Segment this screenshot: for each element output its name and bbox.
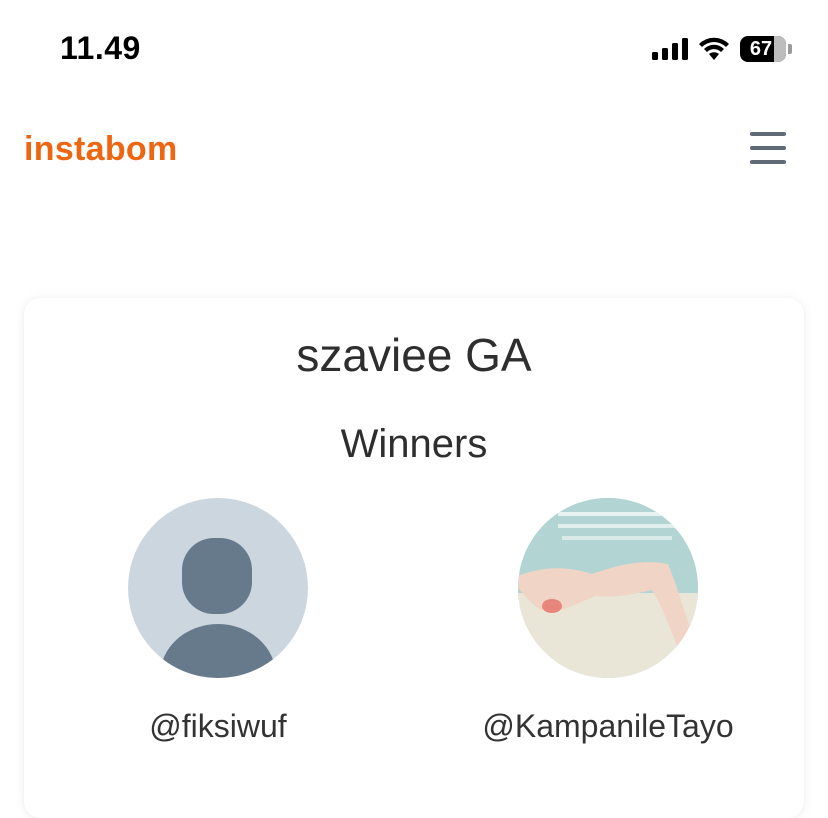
person-silhouette-icon <box>160 538 276 678</box>
status-time: 11.49 <box>60 30 141 66</box>
battery-icon: 67 <box>740 36 786 62</box>
winner-handle[interactable]: @KampanileTayo <box>458 708 758 745</box>
cellular-signal-icon <box>652 38 688 60</box>
winner-item[interactable]: @fiksiwuf <box>68 498 368 745</box>
giveaway-card: szaviee GA Winners @fiksiwuf @KampanileT… <box>24 298 804 818</box>
battery-percentage: 67 <box>749 37 773 60</box>
menu-line <box>750 146 786 150</box>
battery-level <box>774 36 786 62</box>
menu-line <box>750 132 786 136</box>
giveaway-title: szaviee GA <box>296 329 532 381</box>
winners-heading: Winners <box>340 422 488 466</box>
hamburger-menu-icon[interactable] <box>750 132 786 164</box>
menu-line <box>750 160 786 164</box>
status-icons: 67 <box>652 36 792 62</box>
app-header: instabom <box>0 110 828 190</box>
profile-photo[interactable] <box>518 498 698 678</box>
default-avatar-icon[interactable] <box>128 498 308 678</box>
winner-item[interactable]: @KampanileTayo <box>458 498 758 745</box>
profile-photo-art <box>518 498 698 678</box>
status-bar: 11.49 67 <box>0 0 828 100</box>
winner-handle[interactable]: @fiksiwuf <box>68 708 368 745</box>
brand-logo[interactable]: instabom <box>24 130 178 169</box>
wifi-icon <box>699 37 729 60</box>
battery-cap <box>788 44 792 54</box>
